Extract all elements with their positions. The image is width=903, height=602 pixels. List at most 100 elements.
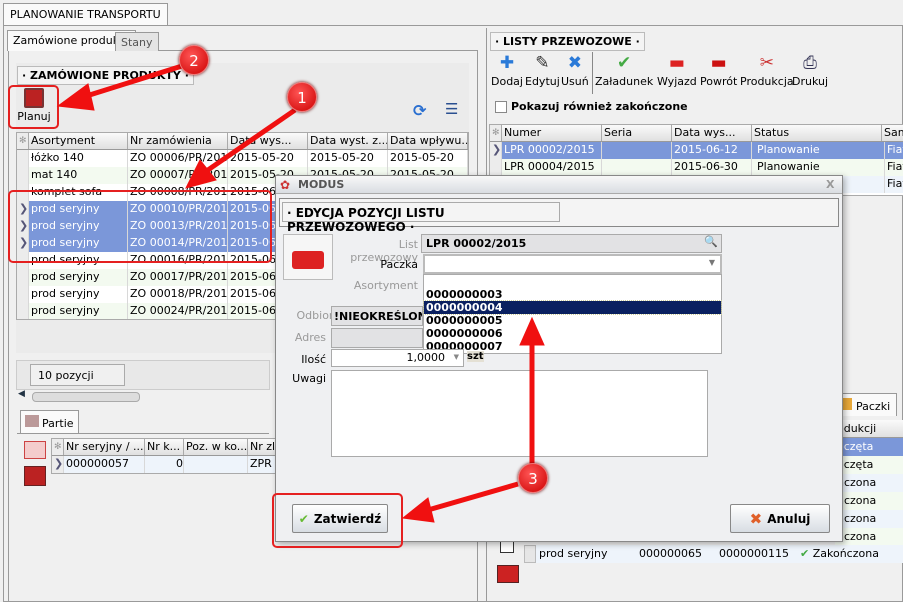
select-all-icon[interactable]: ✻: [17, 133, 29, 149]
odbiorca-field[interactable]: !NIEOKREŚLONY: [331, 306, 423, 326]
partie-label: Partie: [42, 417, 74, 430]
list-view-icon[interactable]: ☰: [445, 100, 458, 118]
refresh-icon[interactable]: ⟳: [413, 101, 426, 120]
table-cell: Fiat: [885, 176, 903, 193]
waybill-field[interactable]: LPR 00002/2015 🔍: [421, 234, 722, 253]
select-all-icon[interactable]: ✻: [52, 439, 64, 455]
column-header[interactable]: Seria: [602, 125, 672, 141]
chevron-down-icon[interactable]: ▼: [709, 258, 715, 267]
toolbar-departure-button[interactable]: ▬ Wyjazd: [657, 53, 697, 88]
toolbar-delete-button[interactable]: ✖ Usuń: [561, 53, 589, 88]
column-header-produkcji[interactable]: odukcji: [835, 420, 903, 438]
select-all-icon[interactable]: ✻: [490, 125, 502, 141]
truck-icon: [283, 234, 333, 280]
column-header[interactable]: Data wpływu...: [388, 133, 468, 149]
horizontal-scrollbar[interactable]: [32, 392, 140, 402]
ilosc-field[interactable]: 1,0000 ▼: [331, 349, 464, 367]
barcode-icon[interactable]: [500, 541, 514, 553]
table-cell: [602, 142, 672, 159]
column-header[interactable]: Data wyst. z...: [308, 133, 388, 149]
table-cell: 2015-06-12: [672, 142, 752, 159]
annotation-badge-3: 3: [518, 463, 548, 493]
table-row[interactable]: ❯0000000570 ZPR 0: [52, 456, 276, 473]
package-icon: [842, 398, 852, 410]
paczka-options-list[interactable]: 0000000003 0000000004 0000000005 0000000006…: [423, 274, 722, 354]
dialog-titlebar[interactable]: ✿ MODUS X: [276, 176, 842, 194]
section-title-zamowione: · ZAMÓWIONE PRODUKTY ·: [17, 66, 194, 85]
row-indicator: [17, 303, 29, 319]
cancel-label: Anuluj: [767, 511, 811, 526]
toolbar-load-button[interactable]: ✔ Załadunek: [595, 53, 653, 88]
close-button[interactable]: X: [826, 178, 834, 191]
column-header[interactable]: Numer: [502, 125, 602, 141]
table-cell: Fiat: [885, 142, 903, 159]
toolbar-label: Produkcja: [740, 75, 794, 88]
toolbar-print-button[interactable]: ⎙ Drukuj: [792, 53, 828, 88]
toolbar-label: Dodaj: [491, 75, 523, 88]
section-title-listy: · LISTY PRZEWOZOWE ·: [490, 32, 645, 51]
show-finished-label: Pokazuj również zakończone: [511, 100, 688, 113]
column-header[interactable]: Status: [752, 125, 882, 141]
toolbar-edit-button[interactable]: ✎ Edytuj: [525, 53, 560, 88]
search-icon[interactable]: 🔍: [704, 235, 718, 248]
check-icon: ✔: [800, 547, 810, 560]
column-header[interactable]: Sam: [882, 125, 903, 141]
barcode-package-icon[interactable]: [497, 565, 519, 583]
cell: prod seryjny: [539, 547, 608, 560]
column-header[interactable]: Nr zle: [248, 439, 276, 455]
package-row[interactable]: prod seryjny 000000065 0000000115 ✔ Zako…: [524, 545, 903, 563]
table-cell: prod seryjny: [29, 269, 128, 286]
print-icon: ⎙: [803, 53, 817, 73]
cell: 0000000115: [719, 547, 789, 560]
column-header[interactable]: Data wys...: [228, 133, 308, 149]
tab-stany[interactable]: Stany: [115, 32, 159, 51]
cancel-button[interactable]: ✖ Anuluj: [730, 504, 830, 533]
status-cell: ńczona: [835, 528, 903, 546]
table-row[interactable]: ❯LPR 00002/2015 2015-06-12PlanowanieFiat: [490, 142, 903, 159]
uwagi-textarea[interactable]: [331, 370, 708, 457]
table-cell: 2015-06-30: [672, 159, 752, 176]
table-cell: Planowanie: [755, 142, 885, 159]
partie-table[interactable]: ✻ Nr seryjny / ... Nr k... Poz. w ko... Nr z…: [51, 438, 276, 474]
show-finished-checkbox[interactable]: [495, 101, 507, 113]
table-cell: 2015-05-20: [388, 150, 468, 167]
status-cell: ✔ Zakończona: [798, 545, 898, 563]
column-header[interactable]: Nr k...: [145, 439, 184, 455]
tab-paczki[interactable]: Paczki: [835, 393, 898, 416]
paczka-option[interactable]: 0000000003: [424, 288, 721, 301]
label-adres: Adres: [294, 331, 326, 344]
column-header[interactable]: Poz. w ko...: [184, 439, 248, 455]
table-cell: prod seryjny: [29, 303, 128, 319]
column-header[interactable]: Asortyment: [29, 133, 128, 149]
table-cell: LPR 00002/2015: [502, 142, 602, 159]
paczka-option[interactable]: 0000000004: [423, 300, 722, 315]
column-header[interactable]: Nr seryjny / ...: [64, 439, 145, 455]
table-cell: łóżko 140: [29, 150, 128, 167]
table-cell: ZO 00017/PR/2015: [128, 269, 228, 286]
toolbar-production-button[interactable]: ✂ Produkcja: [740, 53, 794, 88]
highlight-confirm: [272, 493, 403, 548]
return-icon: ▬: [710, 53, 727, 73]
table-row[interactable]: LPR 00004/2015 2015-06-30PlanowanieFiat: [490, 159, 903, 176]
column-header[interactable]: Data wys...: [672, 125, 752, 141]
row-indicator: ❯: [52, 456, 64, 473]
paczka-option[interactable]: 0000000006: [424, 327, 721, 340]
chevron-down-icon[interactable]: ▼: [454, 353, 459, 361]
table-cell: 000000057: [64, 456, 145, 473]
planner-icon[interactable]: [24, 466, 46, 486]
toolbar-plus-button[interactable]: ✚ Dodaj: [491, 53, 523, 88]
highlight-selected-rows: [8, 190, 272, 263]
tab-planowanie-transportu[interactable]: PLANOWANIE TRANSPORTU: [3, 3, 168, 26]
load-icon: ✔: [616, 53, 632, 73]
scroll-left-icon[interactable]: ◀: [18, 389, 25, 399]
paczka-dropdown[interactable]: ▼: [423, 254, 722, 274]
paczka-option[interactable]: 0000000005: [424, 314, 721, 327]
row-indicator: ❯: [490, 142, 502, 159]
record-count: 10 pozycji: [30, 364, 125, 386]
toolbar-return-button[interactable]: ▬ Powrót: [700, 53, 737, 88]
tab-partie[interactable]: Partie: [20, 410, 79, 434]
table-row[interactable]: łóżko 140 ZO 00006/PR/2015 2015-05-20 2015-…: [17, 150, 468, 167]
calendar-icon[interactable]: [24, 441, 46, 459]
column-header[interactable]: Nr zamówienia: [128, 133, 228, 149]
adres-field[interactable]: [331, 328, 423, 348]
